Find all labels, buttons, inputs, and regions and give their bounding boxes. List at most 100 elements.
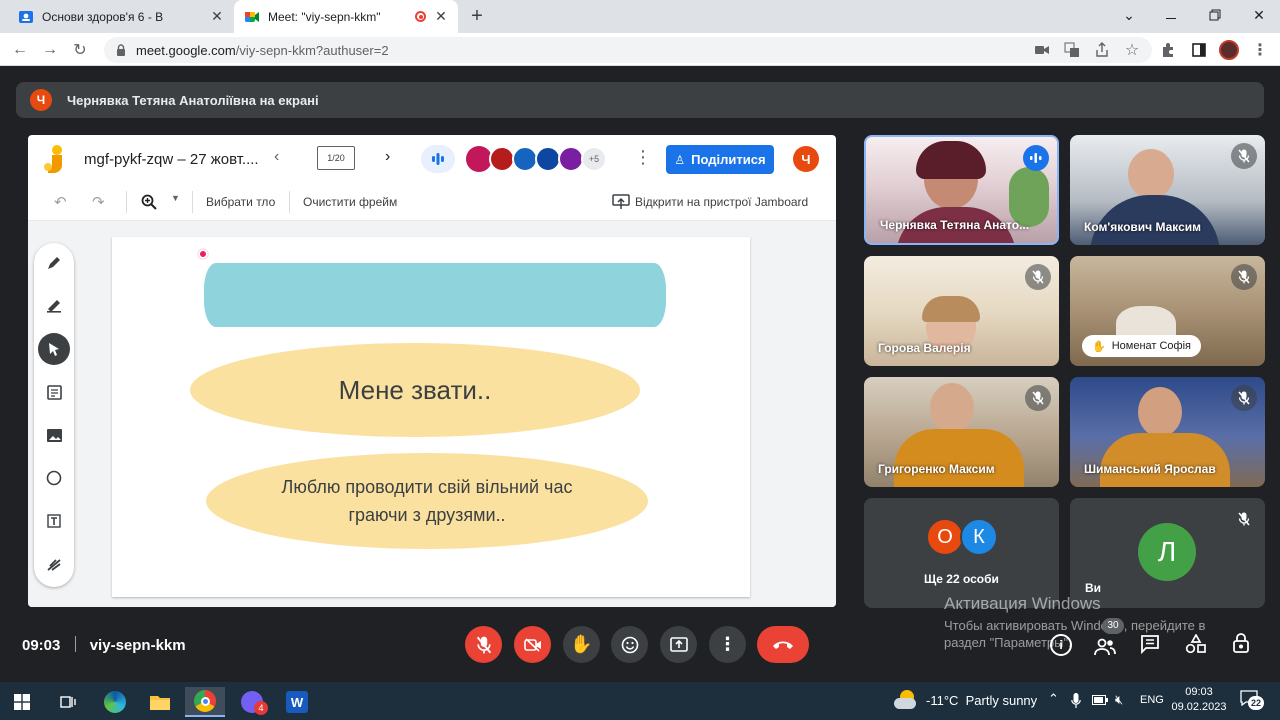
mic-off-icon xyxy=(1231,143,1257,169)
tray-chevron-icon[interactable]: ⌃ xyxy=(1048,691,1059,707)
speaker-muted-icon[interactable]: 🔇︎ xyxy=(1115,692,1123,708)
tab-meet[interactable]: Meet: "viy-sepn-kkm" ✕ xyxy=(234,0,458,33)
system-clock[interactable]: 09:03 09.02.2023 xyxy=(1170,685,1228,715)
close-tab-icon[interactable]: ✕ xyxy=(210,9,224,23)
open-on-jamboard-button[interactable]: Відкрити на пристрої Jamboard xyxy=(635,195,808,209)
mic-off-icon xyxy=(1025,385,1051,411)
chrome-icon[interactable] xyxy=(185,687,225,717)
others-tile[interactable]: О К Ще 22 особи xyxy=(864,498,1059,608)
mic-off-icon xyxy=(1231,385,1257,411)
image-icon[interactable] xyxy=(38,419,70,451)
kebab-menu-icon[interactable]: ⋮ xyxy=(1250,40,1270,60)
profile-avatar[interactable] xyxy=(1219,40,1239,60)
presentation-jamboard: mgf-pykf-zqw – 27 жовт.... ‹ 1/20 › +5 ⋮… xyxy=(28,135,836,607)
prev-frame-icon[interactable]: ‹ xyxy=(274,148,279,166)
task-view-icon[interactable] xyxy=(48,687,88,717)
more-options-button[interactable]: ⋮ xyxy=(709,626,746,663)
participant-tile[interactable]: Горова Валерія xyxy=(864,256,1059,366)
chevron-down-icon[interactable]: ⌄ xyxy=(1107,0,1151,30)
participant-tile[interactable]: ✋ Номенат Софія xyxy=(1070,256,1265,366)
address-bar[interactable]: meet.google.com/viy-sepn-kkm?authuser=2 xyxy=(104,37,1152,63)
undo-icon[interactable]: ↶ xyxy=(54,193,67,211)
back-button[interactable]: ← xyxy=(9,39,31,61)
side-panel-icon[interactable] xyxy=(1189,40,1209,60)
mic-off-icon xyxy=(1025,264,1051,290)
jam-title[interactable]: mgf-pykf-zqw – 27 жовт.... xyxy=(84,151,259,168)
jam-more-icon[interactable]: ⋮ xyxy=(634,147,652,168)
people-button[interactable]: 30 xyxy=(1092,618,1124,658)
reactions-button[interactable] xyxy=(611,626,648,663)
self-tile[interactable]: Л Ви xyxy=(1070,498,1265,608)
camera-off-icon xyxy=(523,637,541,652)
close-tab-icon[interactable]: ✕ xyxy=(434,9,448,23)
circle-shape-icon[interactable] xyxy=(38,462,70,494)
clear-frame-button[interactable]: Очистити фрейм xyxy=(303,195,397,209)
windows-taskbar: 4 W -11°C Partly sunny ⌃ 🔇︎ ENG 09:03 09… xyxy=(0,682,1280,720)
participant-tile[interactable]: Ком'якович Максим xyxy=(1070,135,1265,245)
set-background-button[interactable]: Вибрати тло xyxy=(206,195,275,209)
restore-window-button[interactable] xyxy=(1193,0,1237,30)
close-window-button[interactable]: ✕ xyxy=(1237,0,1280,30)
audio-level-icon[interactable] xyxy=(421,145,455,173)
account-avatar[interactable]: Ч xyxy=(793,146,819,172)
share-button[interactable]: ♙ Поділитися xyxy=(666,145,774,174)
edge-browser-icon[interactable] xyxy=(95,687,135,717)
weather-widget[interactable]: -11°C Partly sunny xyxy=(894,690,1037,710)
sticky-note-icon[interactable] xyxy=(38,376,70,408)
tab-classroom[interactable]: Основи здоров'я 6 - В ✕ xyxy=(8,0,234,33)
extensions-icon[interactable] xyxy=(1158,40,1178,60)
forward-button[interactable]: → xyxy=(39,39,61,61)
microphone-icon[interactable] xyxy=(1071,693,1081,709)
chat-button[interactable] xyxy=(1140,634,1160,654)
laser-icon[interactable] xyxy=(38,548,70,580)
windows-start-icon[interactable] xyxy=(2,687,42,717)
participant-tile[interactable]: Чернявка Тетяна Анато... xyxy=(864,135,1059,245)
cast-device-icon[interactable] xyxy=(612,194,630,210)
redo-icon[interactable]: ↷ xyxy=(92,193,105,211)
reload-button[interactable]: ↻ xyxy=(69,39,91,61)
share-label: Поділитися xyxy=(691,152,766,167)
meeting-details-button[interactable]: i xyxy=(1050,634,1072,656)
minimize-window-button[interactable] xyxy=(1149,3,1193,33)
select-cursor-icon[interactable] xyxy=(38,333,70,365)
camera-toggle-button[interactable] xyxy=(514,626,551,663)
text-box-icon[interactable] xyxy=(38,505,70,537)
more-collaborators-badge[interactable]: +5 xyxy=(581,146,607,172)
host-controls-button[interactable] xyxy=(1232,632,1250,654)
partly-sunny-icon xyxy=(894,690,918,710)
url-host: meet.google.com xyxy=(136,42,236,58)
frame-counter[interactable]: 1/20 xyxy=(317,146,355,170)
participant-tile[interactable]: Григоренко Максим xyxy=(864,377,1059,487)
share-page-icon[interactable] xyxy=(1092,40,1112,60)
file-explorer-icon[interactable] xyxy=(140,687,180,717)
mic-toggle-button[interactable] xyxy=(465,626,502,663)
word-icon[interactable]: W xyxy=(277,687,317,717)
jam-canvas: Мене звати.. Люблю проводити свій вільни… xyxy=(28,221,836,607)
notifications-button[interactable]: 22 xyxy=(1240,690,1264,712)
participant-video xyxy=(930,383,974,433)
zoom-dropdown-icon[interactable]: ▼ xyxy=(171,193,180,203)
url-path: /viy-sepn-kkm?authuser=2 xyxy=(235,42,389,58)
language-indicator[interactable]: ENG xyxy=(1140,694,1164,706)
eraser-icon[interactable] xyxy=(38,290,70,322)
pen-icon[interactable] xyxy=(38,247,70,279)
new-tab-button[interactable]: + xyxy=(466,5,488,27)
next-frame-icon[interactable]: › xyxy=(385,148,390,166)
bookmark-star-icon[interactable]: ☆ xyxy=(1122,40,1142,60)
chat-icon xyxy=(1141,635,1159,654)
raise-hand-button[interactable]: ✋ xyxy=(563,626,600,663)
jamboard-toolbar: ↶ ↷ ▼ Вибрати тло Очистити фрейм Відкрит… xyxy=(28,183,836,221)
present-screen-button[interactable] xyxy=(660,626,697,663)
participant-name: Григоренко Максим xyxy=(878,462,995,476)
battery-icon[interactable] xyxy=(1092,695,1108,705)
watermark-line2: раздел "Параметры". xyxy=(944,635,1072,650)
camera-icon[interactable] xyxy=(1032,40,1052,60)
viber-icon[interactable]: 4 xyxy=(232,687,272,717)
translate-icon[interactable] xyxy=(1062,40,1082,60)
participant-tile[interactable]: Шиманський Ярослав xyxy=(1070,377,1265,487)
participant-video-hair xyxy=(916,141,986,179)
leave-call-button[interactable] xyxy=(757,626,809,663)
activities-button[interactable] xyxy=(1185,634,1207,654)
top-shape xyxy=(204,263,666,327)
zoom-icon[interactable] xyxy=(141,194,157,210)
